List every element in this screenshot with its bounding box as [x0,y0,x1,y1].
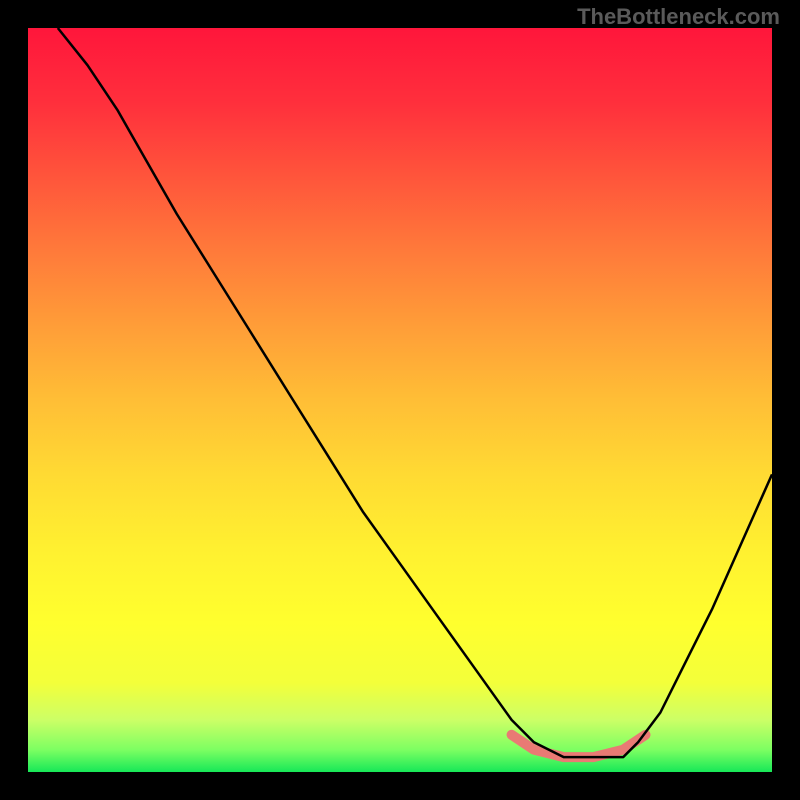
plot-area [28,28,772,772]
watermark-text: TheBottleneck.com [577,4,780,30]
curve-layer [28,28,772,772]
bottleneck-curve [58,28,772,757]
